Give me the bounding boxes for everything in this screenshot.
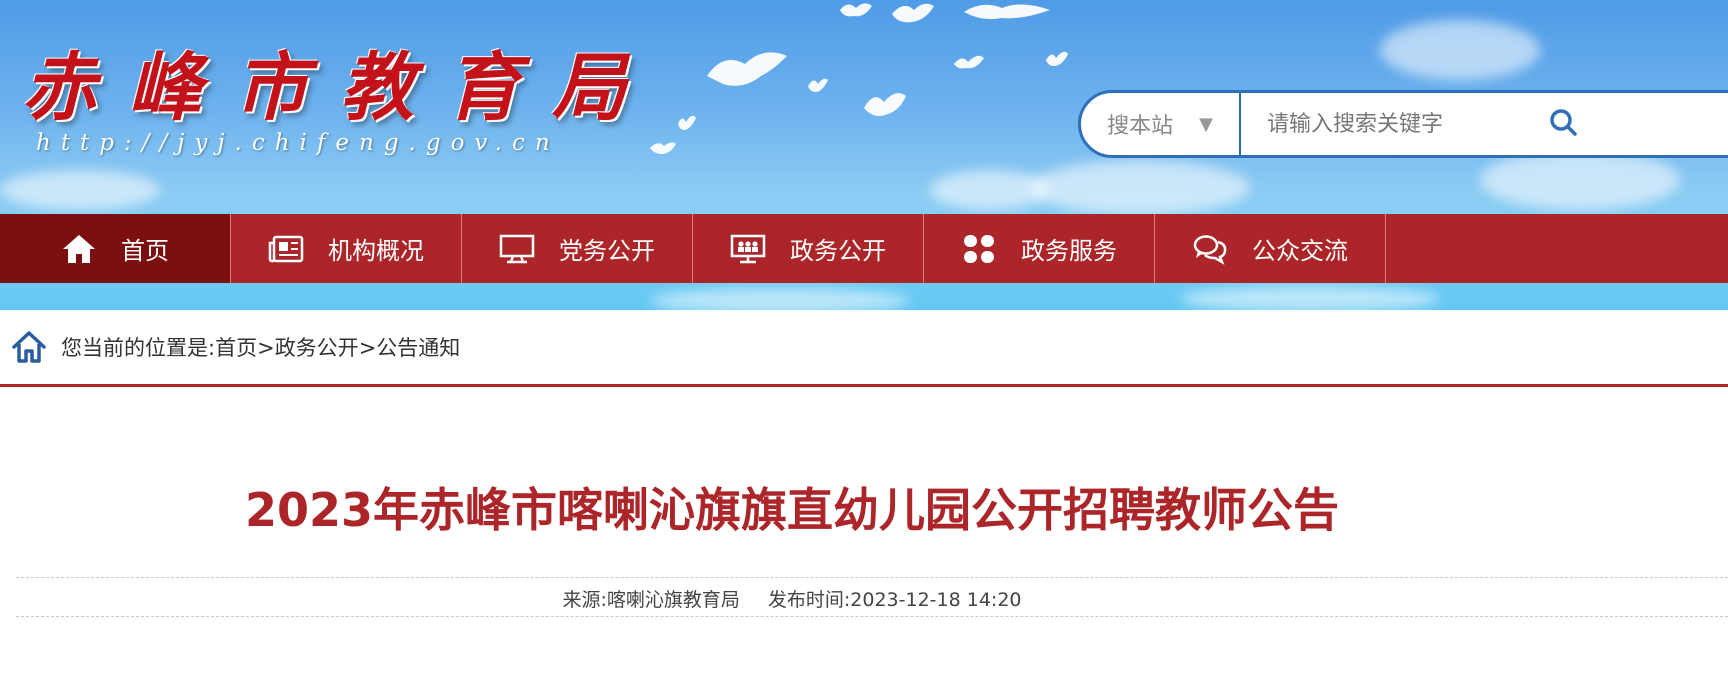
article-meta: 来源:喀喇沁旗教育局 发布时间:2023-12-18 14:20 [16,585,1568,612]
search-input[interactable] [1241,92,1728,156]
newspaper-icon [268,235,304,262]
nav-item-government-services[interactable]: 政务服务 [924,214,1155,283]
cloud [930,170,1050,210]
dove-icon [964,4,1050,20]
cloud [650,288,910,310]
breadcrumb-separator: > [358,336,377,360]
nav-item-government-affairs[interactable]: 政务公开 [693,214,924,283]
breadcrumb-prefix: 您当前的位置是: [61,336,216,360]
nav-label: 首页 [121,237,169,265]
date-value: 2023-12-18 14:20 [850,589,1022,611]
chevron-down-icon: ▼ [1199,113,1213,135]
dove-icon [678,115,696,130]
logo-title: 赤峰市教育局 [22,45,658,131]
cloud [1480,150,1680,210]
breadcrumb: 您当前的位置是:首页>政务公开>公告通知 [0,310,1728,387]
nav-item-public-exchange[interactable]: 公众交流 [1155,214,1386,283]
home-icon [12,331,46,363]
clover-icon [964,234,994,263]
nav-label: 机构概况 [328,237,424,265]
breadcrumb-text: 您当前的位置是:首页>政务公开>公告通知 [61,332,460,362]
breadcrumb-separator: > [257,336,275,360]
search-scope-select[interactable]: 搜本站 ▼ [1081,93,1241,155]
cloud [0,170,160,210]
cloud [1030,160,1250,215]
monitor-icon [499,234,535,263]
source-value: 喀喇沁旗教育局 [606,589,740,611]
search-scope-label: 搜本站 [1107,114,1174,139]
nav-label: 政务服务 [1021,237,1117,265]
date-label: 发布时间: [767,589,851,611]
nav-label: 党务公开 [559,237,655,265]
presentation-icon [730,234,766,263]
breadcrumb-link-home[interactable]: 首页 [215,336,257,360]
dove-icon [808,78,828,92]
dove-icon [954,55,984,69]
chat-icon [1193,234,1227,265]
source-label: 来源: [562,589,607,611]
site-logo[interactable]: 赤峰市教育局 http://jyj.chifeng.gov.cn [22,40,658,156]
breadcrumb-link-announcements[interactable]: 公告通知 [376,336,460,360]
cloud [1180,286,1440,310]
article-title: 2023年赤峰市喀喇沁旗旗直幼儿园公开招聘教师公告 [244,483,1340,537]
home-icon [63,234,95,263]
search-bar: 搜本站 ▼ [1078,90,1728,158]
nav-item-organization[interactable]: 机构概况 [231,214,462,283]
dove-icon [864,93,906,116]
dove-icon [892,3,934,23]
dove-icon [707,52,787,86]
cloud [1380,20,1540,80]
nav-label: 公众交流 [1252,237,1348,265]
nav-label: 政务公开 [790,237,886,265]
main-nav: 首页 机构概况 党务公开 政务公开 政务服务 公众交流 [0,214,1728,283]
dove-icon [1046,51,1068,66]
nav-item-home[interactable]: 首页 [0,214,231,283]
breadcrumb-link-government-affairs[interactable]: 政务公开 [275,336,359,360]
nav-item-party-affairs[interactable]: 党务公开 [462,214,693,283]
search-icon[interactable] [1548,107,1578,137]
dove-icon [840,3,872,17]
